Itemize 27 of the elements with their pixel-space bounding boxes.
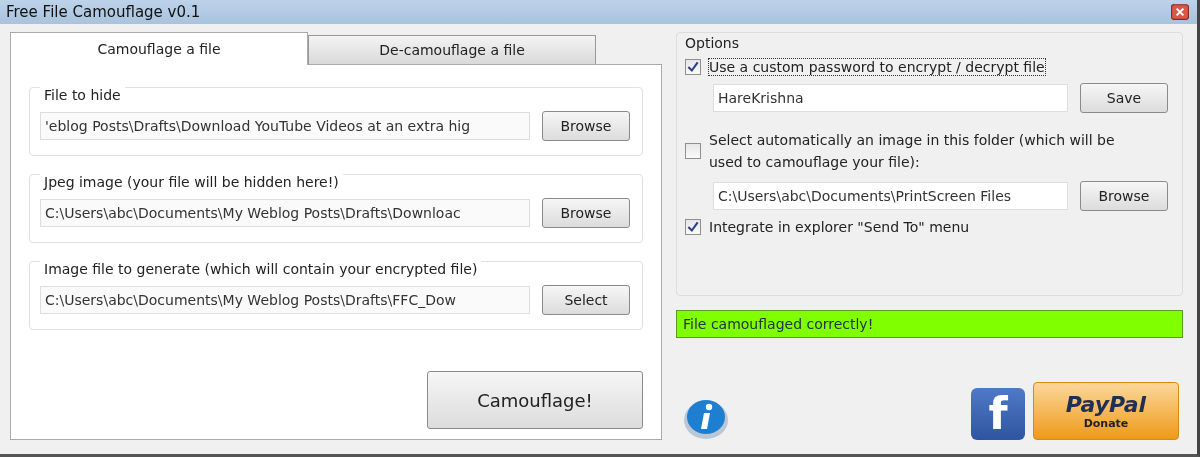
checkbox-label[interactable]: Use a custom password to encrypt / decrypt file: [709, 59, 1045, 75]
checkbox[interactable]: [685, 219, 701, 235]
path-field[interactable]: C:\Users\abc\Documents\My Weblog Posts\Drafts\FFC_Dow: [40, 286, 530, 314]
browse-button[interactable]: Browse: [542, 198, 630, 228]
password-field[interactable]: HareKrishna: [713, 84, 1068, 112]
checkbox-label[interactable]: Integrate in explorer "Send To" menu: [709, 219, 970, 235]
browse-button[interactable]: Browse: [542, 111, 630, 141]
checkbox[interactable]: [685, 143, 701, 159]
facebook-button[interactable]: f: [971, 388, 1025, 440]
status-bar: File camouflaged correctly!: [676, 310, 1183, 338]
checkbox-label[interactable]: Select automatically an image in this folder (which will be used to camouflage your file):: [709, 129, 1149, 173]
close-icon[interactable]: [1171, 4, 1189, 20]
paypal-button[interactable]: PayPal Donate: [1033, 382, 1179, 440]
tab[interactable]: Camouflage a file: [10, 32, 308, 65]
group-label: Image file to generate (which will contain your encrypted file): [40, 260, 482, 278]
folder-field[interactable]: C:\Users\abc\Documents\PrintScreen Files: [713, 182, 1068, 210]
path-field[interactable]: C:\Users\abc\Documents\My Weblog Posts\Drafts\Downloac: [40, 199, 530, 227]
checkbox[interactable]: [685, 59, 701, 75]
browse-button[interactable]: Select: [542, 285, 630, 315]
save-button[interactable]: Save: [1080, 83, 1168, 113]
window-title: Free File Camouflage v0.1: [6, 3, 202, 21]
tab[interactable]: De-camouflage a file: [308, 35, 596, 64]
path-field[interactable]: 'eblog Posts\Drafts\Download YouTube Videos at an extra hig: [40, 112, 530, 140]
group-label: Jpeg image (your file will be hidden here!): [40, 173, 343, 191]
browse-button[interactable]: Browse: [1080, 181, 1168, 211]
camouflage-button[interactable]: Camouflage!: [427, 371, 643, 429]
group-label: Options: [685, 35, 741, 51]
